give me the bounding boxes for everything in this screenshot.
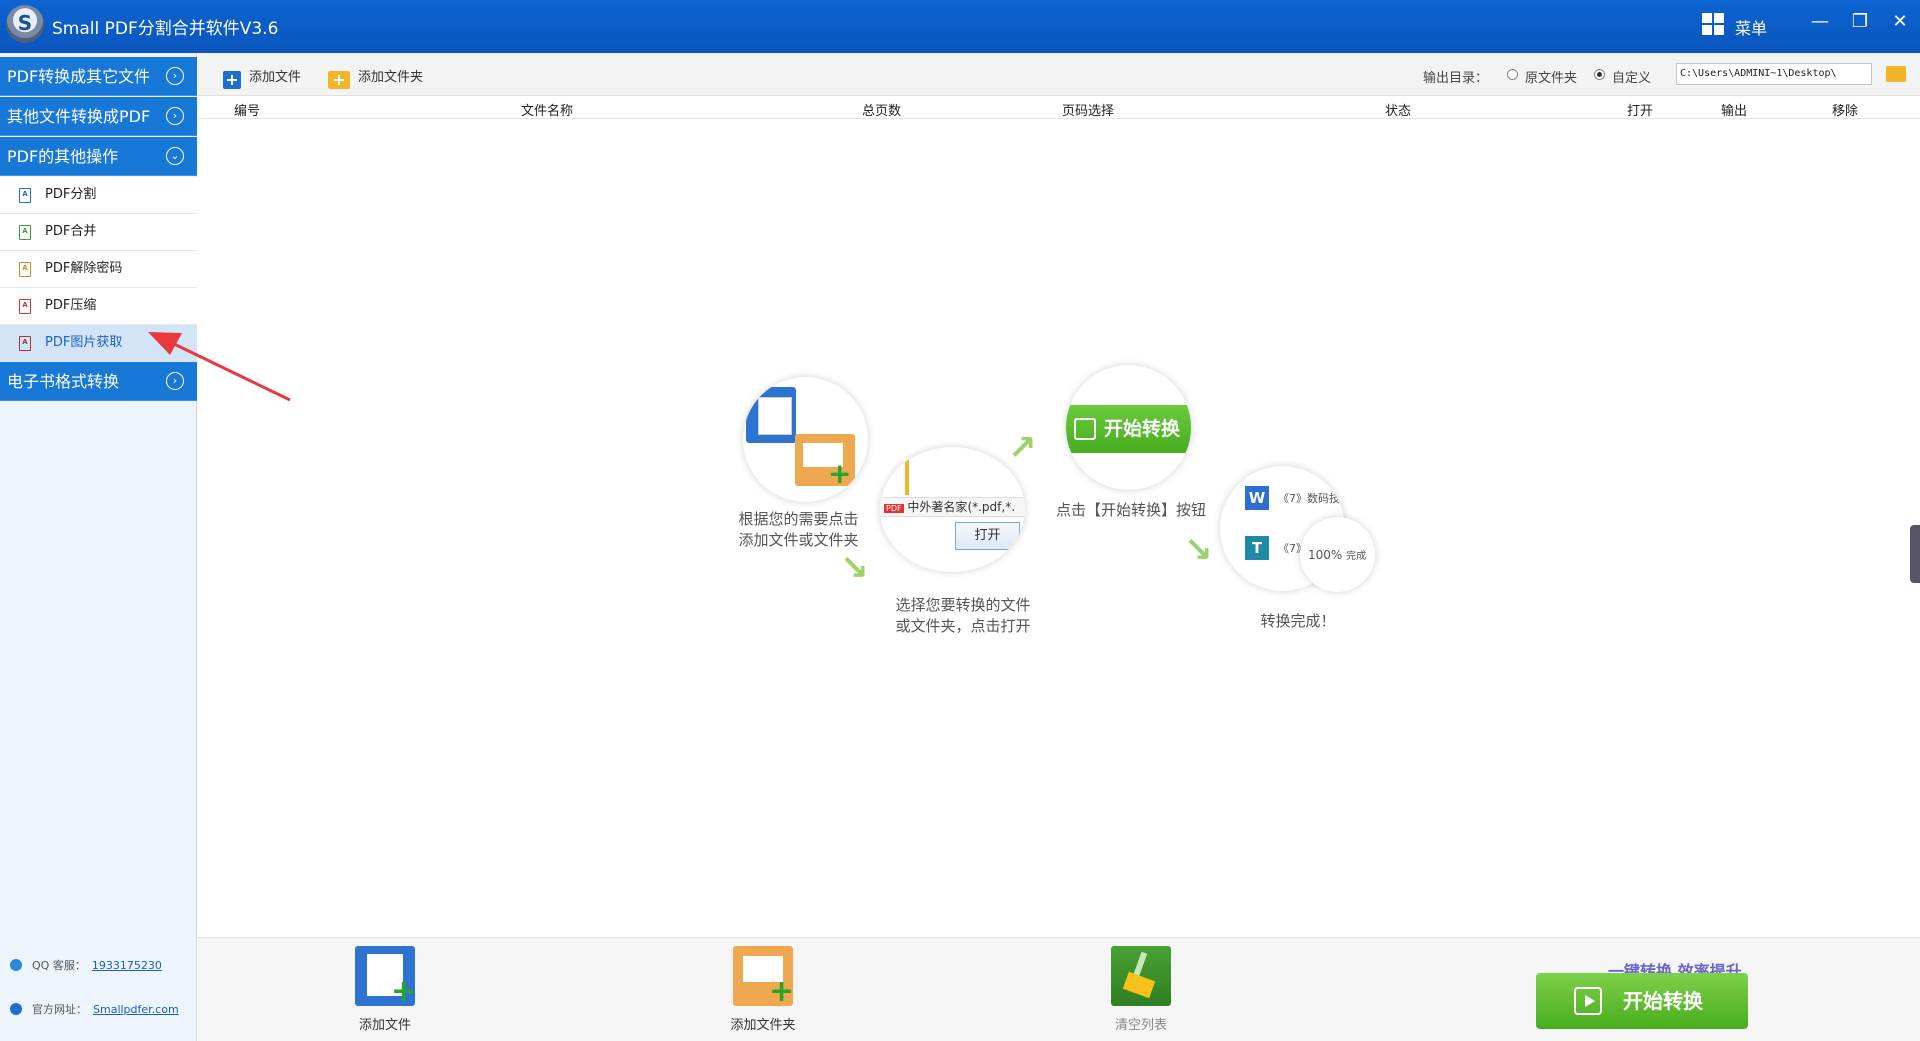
sidebar-item-pdf-compress[interactable]: A PDF压缩 [0, 288, 197, 325]
official-site: 官方网址： Smallpdfer.com [10, 1001, 179, 1017]
pdf-file-icon: A [19, 299, 31, 314]
pdf-file-icon: A [19, 336, 31, 351]
add-folder-icon: + [328, 71, 350, 89]
output-directory-label: 输出目录： [1423, 71, 1489, 86]
add-folder-button[interactable]: + 添加文件夹 [718, 946, 808, 1033]
restore-button[interactable]: ❐ [1846, 8, 1874, 36]
side-scroll-handle[interactable] [1910, 525, 1920, 583]
qq-link[interactable]: 1933175230 [92, 959, 162, 972]
qq-support: QQ 客服： 1933175230 [10, 957, 162, 973]
sidebar-category-other-to-pdf[interactable]: 其他文件转换成PDF › [0, 97, 197, 136]
annotation-arrow [148, 332, 291, 402]
col-output: 输出 [1721, 104, 1748, 119]
start-convert-button[interactable]: 开始转换 [1536, 973, 1748, 1029]
col-open: 打开 [1627, 104, 1654, 119]
radio-original-folder-label: 原文件夹 [1525, 71, 1578, 86]
radio-custom-folder[interactable] [1594, 69, 1605, 80]
app-logo-icon: S [6, 5, 44, 43]
sidebar: PDF转换成其它文件 › 其他文件转换成PDF › PDF的其他操作 ⌄ A P… [0, 53, 197, 1041]
add-file-button[interactable]: + 添加文件 [340, 946, 430, 1033]
col-page-select: 页码选择 [1062, 104, 1115, 119]
sidebar-item-pdf-merge[interactable]: A PDF合并 [0, 214, 197, 251]
play-icon [1574, 987, 1602, 1015]
add-folder-icon: + [733, 946, 794, 1009]
close-button[interactable]: ✕ [1886, 8, 1914, 36]
play-icon [1074, 418, 1096, 440]
menu-grid-icon[interactable] [1702, 13, 1724, 35]
text-file-icon: T [1245, 536, 1269, 560]
menu-button[interactable]: 菜单 [1735, 15, 1767, 39]
radio-custom-folder-label: 自定义 [1612, 71, 1652, 86]
add-file-icon: + [223, 71, 241, 89]
chevron-down-icon: ⌄ [166, 147, 184, 165]
col-filename: 文件名称 [521, 104, 574, 119]
guide-arrow-icon: ↗ [1008, 428, 1037, 468]
guide-arrow-icon: ↘ [840, 548, 869, 588]
chevron-right-icon: › [166, 107, 184, 125]
sidebar-item-pdf-unlock[interactable]: A PDF解除密码 [0, 251, 197, 288]
guide-step4-text: 转换完成！ [1260, 612, 1336, 630]
guide-arrow-icon: ↘ [1184, 530, 1213, 570]
pdf-file-icon: A [19, 225, 31, 240]
sidebar-category-pdf-to-other[interactable]: PDF转换成其它文件 › [0, 57, 197, 96]
sidebar-category-pdf-other-ops[interactable]: PDF的其他操作 ⌄ [0, 137, 197, 176]
col-total-pages: 总页数 [862, 104, 902, 119]
guide-step2-text: 选择您要转换的文件 或文件夹，点击打开 [895, 596, 1031, 635]
browser-icon [10, 1003, 22, 1015]
add-folder-toolbar-button[interactable]: + 添加文件夹 [328, 66, 423, 89]
sidebar-item-pdf-split[interactable]: A PDF分割 [0, 177, 197, 214]
title-bar: S Small PDF分割合并软件V3.6 菜单 — ❐ ✕ [0, 0, 1920, 53]
radio-original-folder[interactable] [1507, 69, 1518, 80]
pdf-file-icon: A [19, 188, 31, 203]
app-title: Small PDF分割合并软件V3.6 [52, 19, 279, 39]
guide-step1-illustration: + [743, 377, 868, 502]
pdf-file-icon: A [19, 262, 31, 277]
add-file-toolbar-button[interactable]: + 添加文件 [223, 66, 301, 89]
guide-step2-illustration: PDF 中外著名家(*.pdf,*. 打开 [880, 447, 1025, 572]
word-icon: W [1245, 486, 1269, 510]
guide-step1-text: 根据您的需要点击 添加文件或文件夹 [738, 510, 859, 549]
file-table-header: 编号 文件名称 总页数 页码选择 状态 打开 输出 移除 [198, 97, 1920, 119]
browse-folder-icon[interactable] [1886, 66, 1906, 82]
col-number: 编号 [234, 104, 261, 119]
progress-bubble: 100% 完成 [1300, 517, 1375, 592]
chevron-right-icon: › [166, 67, 184, 85]
bottom-bar: + 添加文件 + 添加文件夹 清空列表 一键转换 效率提升 开始转换 [198, 937, 1920, 1041]
output-path-input[interactable]: C:\Users\ADMINI~1\Desktop\ [1676, 63, 1872, 85]
qq-icon [10, 959, 22, 971]
toolbar: + 添加文件 + 添加文件夹 输出目录： 原文件夹 自定义 C:\Users\ADM… [198, 53, 1920, 96]
col-status: 状态 [1385, 104, 1412, 119]
guide-step3-illustration: 开始转换 [1066, 365, 1191, 490]
clear-list-button[interactable]: 清空列表 [1096, 946, 1186, 1033]
col-remove: 移除 [1832, 104, 1859, 119]
site-link[interactable]: Smallpdfer.com [93, 1003, 179, 1016]
minimize-button[interactable]: — [1806, 8, 1834, 36]
guide-step3-text: 点击【开始转换】按钮 [1055, 501, 1206, 519]
broom-icon [1111, 946, 1171, 1006]
add-file-icon: + [355, 946, 416, 1009]
